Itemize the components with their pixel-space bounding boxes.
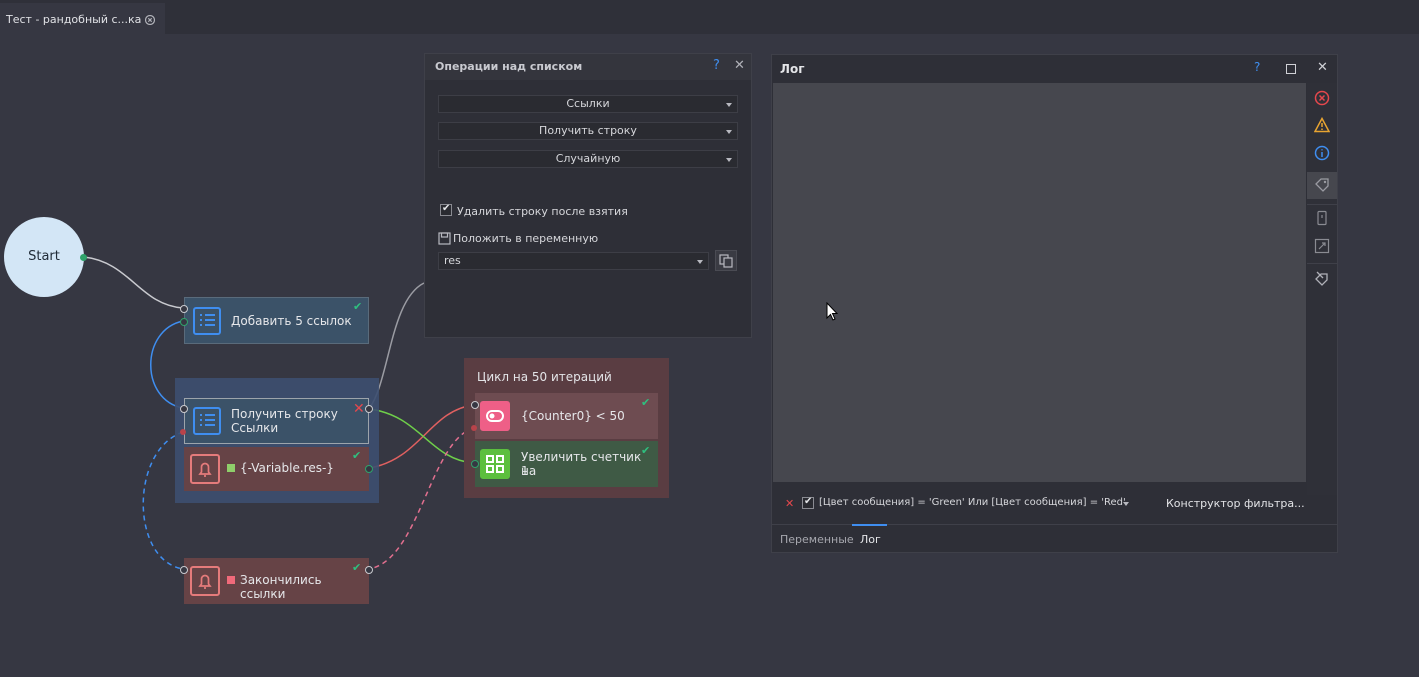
close-icon[interactable]: ✕ [1317, 60, 1328, 75]
success-check-icon: ✔ [352, 449, 362, 462]
mode-dropdown[interactable]: Случайную [438, 150, 738, 168]
variable-label: {-Variable.res-} [240, 461, 334, 475]
add-links-node[interactable]: Добавить 5 ссылок ✔ [184, 297, 369, 344]
operation-dropdown[interactable]: Получить строку [438, 122, 738, 140]
loop-title: Цикл на 50 итераций [477, 370, 612, 384]
maximize-icon[interactable] [1286, 64, 1296, 74]
get-line-node[interactable]: Получить строку Ссылки ✕ [184, 398, 369, 444]
chevron-down-icon [726, 158, 732, 162]
variable-value: res [444, 254, 461, 267]
green-marker [227, 464, 235, 472]
error-port[interactable] [471, 425, 477, 431]
info-filter-icon[interactable] [1314, 145, 1330, 161]
filter-constructor-link[interactable]: Конструктор фильтра... [1166, 497, 1305, 510]
warning-filter-icon[interactable] [1314, 117, 1330, 133]
panel-title: Операции над списком [435, 60, 583, 73]
toolbar-divider [1307, 263, 1337, 264]
increment-node[interactable]: Увеличить счетчик на 1 ✔ [475, 441, 658, 487]
mouse-cursor-icon [826, 302, 838, 321]
panel-header: Операции над списком ? ✕ [425, 54, 751, 80]
input-port[interactable] [180, 566, 188, 574]
list-select-value: Ссылки [566, 97, 610, 110]
help-icon[interactable]: ? [713, 58, 720, 73]
operation-value: Получить строку [539, 124, 637, 137]
mode-value: Случайную [555, 152, 621, 165]
success-check-icon: ✔ [641, 444, 651, 457]
expand-icon[interactable] [1314, 238, 1330, 254]
links-ended-label: Закончились ссылки [240, 573, 322, 601]
error-filter-icon[interactable] [1314, 90, 1330, 106]
increment-label-1: Увеличить счетчик на [521, 450, 642, 478]
log-title: Лог [780, 62, 805, 76]
add-links-label: Добавить 5 ссылок [231, 314, 352, 328]
log-side-toolbar [1307, 83, 1337, 495]
output-port[interactable] [365, 465, 373, 473]
delete-after-take-label: Удалить строку после взятия [457, 205, 628, 218]
list-icon [193, 407, 221, 435]
get-line-label-2: Ссылки [231, 421, 279, 435]
error-x-icon: ✕ [353, 401, 365, 417]
log-output-area[interactable] [773, 83, 1306, 482]
tab-variables[interactable]: Переменные [780, 533, 854, 546]
get-line-label-1: Получить строку [231, 407, 338, 421]
variable-node[interactable]: {-Variable.res-} ✔ [184, 447, 369, 491]
input-port[interactable] [471, 401, 479, 409]
input-port[interactable] [180, 405, 188, 413]
copy-icon [719, 254, 733, 268]
chevron-down-icon [697, 260, 703, 264]
close-icon[interactable]: ✕ [734, 58, 745, 73]
links-ended-node[interactable]: Закончились ссылки ✔ [184, 558, 369, 604]
start-label: Start [28, 249, 60, 264]
start-node[interactable]: Start [4, 217, 84, 297]
success-check-icon: ✔ [641, 396, 651, 409]
filter-enabled-checkbox[interactable]: ✔ [802, 496, 814, 509]
input-port[interactable] [471, 460, 479, 468]
delete-after-take-checkbox[interactable]: ✔ [440, 203, 452, 216]
list-icon [193, 307, 221, 335]
increment-label-2: 1 [521, 464, 529, 478]
active-tab-indicator [852, 524, 887, 526]
input-port[interactable] [180, 305, 188, 313]
bell-icon [190, 454, 220, 484]
chevron-down-icon [726, 103, 732, 107]
input-port[interactable] [180, 318, 188, 326]
toolbar-divider [1307, 204, 1337, 205]
copy-variable-button[interactable] [715, 250, 737, 271]
filter-expression: [Цвет сообщения] = 'Green' Или [Цвет соо… [819, 497, 1126, 508]
chevron-down-icon [726, 130, 732, 134]
chevron-down-icon[interactable] [1123, 502, 1129, 506]
tag-icon [1315, 178, 1329, 192]
bell-icon [190, 566, 220, 596]
scroll-to-end-icon[interactable] [1314, 210, 1330, 226]
list-select-dropdown[interactable]: Ссылки [438, 95, 738, 113]
list-operations-panel: Операции над списком ? ✕ Ссылки Получить… [424, 53, 752, 338]
output-port[interactable] [365, 566, 373, 574]
tab-log[interactable]: Лог [860, 533, 881, 546]
help-icon[interactable]: ? [1254, 60, 1260, 74]
tag-filter-button[interactable] [1307, 172, 1337, 199]
counter-label: {Counter0} < 50 [521, 409, 625, 423]
grid-icon [480, 449, 510, 479]
toggle-icon [480, 401, 510, 431]
remove-filter-icon[interactable]: ✕ [785, 497, 794, 510]
success-check-icon: ✔ [352, 561, 362, 574]
log-panel: Лог ? ✕ ✕ ✔ [Цвет сообщения] = 'Green' И… [771, 54, 1338, 553]
error-port[interactable] [180, 429, 186, 435]
counter-node[interactable]: {Counter0} < 50 ✔ [475, 393, 658, 439]
save-icon [438, 232, 451, 245]
save-to-variable-label: Положить в переменную [453, 232, 599, 245]
red-marker [227, 576, 235, 584]
start-port[interactable] [80, 254, 87, 261]
success-check-icon: ✔ [353, 300, 363, 313]
clear-tag-icon[interactable] [1314, 271, 1330, 287]
output-port[interactable] [365, 405, 373, 413]
variable-select[interactable]: res [438, 252, 709, 270]
